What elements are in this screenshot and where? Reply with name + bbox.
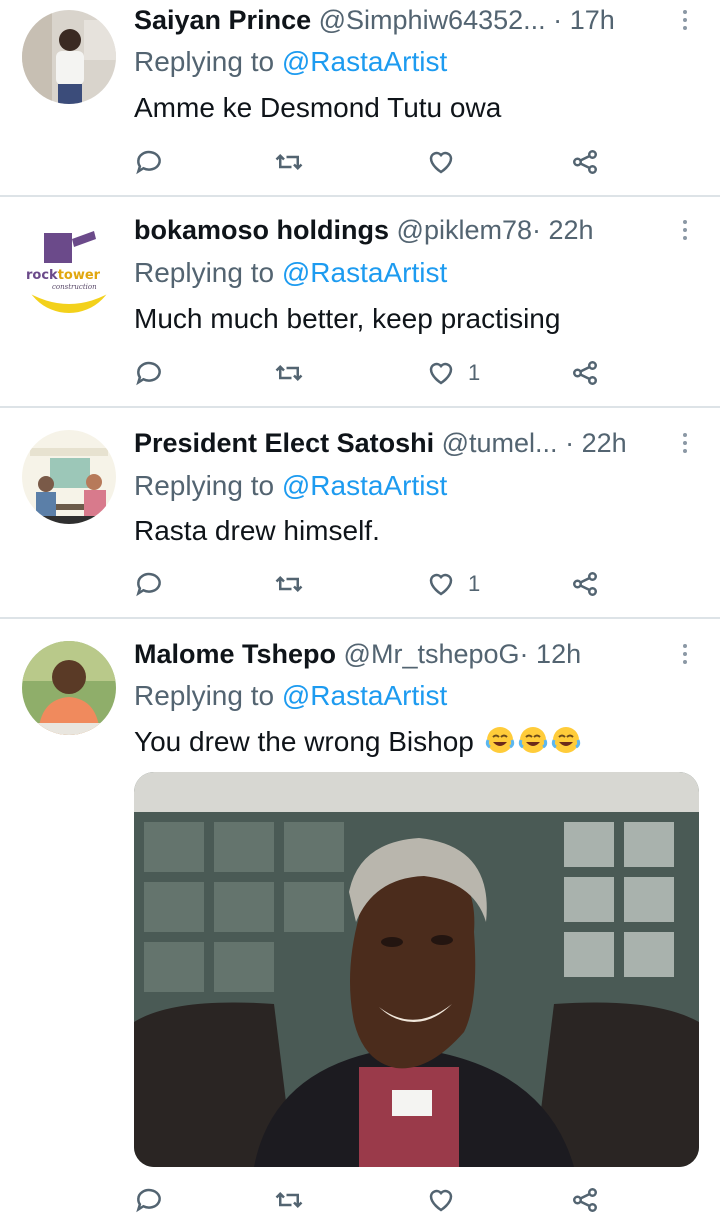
reply-button[interactable] bbox=[134, 353, 164, 393]
avatar[interactable]: rocktower construction bbox=[22, 219, 116, 313]
tweet[interactable]: Saiyan Prince @Simphiw64352... · 17h Rep… bbox=[0, 0, 720, 197]
replying-to: Replying to @RastaArtist bbox=[134, 253, 447, 293]
like-count: 1 bbox=[468, 360, 481, 385]
retweet-icon bbox=[275, 1191, 303, 1209]
face-with-tears-of-joy-icon bbox=[518, 727, 547, 753]
share-icon bbox=[573, 1188, 597, 1212]
avatar[interactable] bbox=[22, 430, 116, 524]
retweet-button[interactable] bbox=[274, 564, 304, 604]
like-button[interactable]: 1 bbox=[426, 353, 480, 393]
heart-icon bbox=[429, 362, 453, 385]
tweet[interactable]: rocktower construction bokamoso holdings… bbox=[0, 197, 720, 408]
replies-feed: Saiyan Prince @Simphiw64352... · 17h Rep… bbox=[0, 0, 720, 1224]
replying-to-label: Replying to bbox=[134, 680, 275, 711]
heart-icon bbox=[429, 573, 453, 596]
replying-to: Replying to @RastaArtist bbox=[134, 676, 447, 716]
timestamp[interactable]: 22h bbox=[549, 215, 594, 245]
tweet-text: Much much better, keep practising bbox=[134, 303, 561, 334]
share-button[interactable] bbox=[570, 353, 600, 393]
tweet-text: Rasta drew himself. bbox=[134, 515, 380, 546]
display-name[interactable]: Malome Tshepo bbox=[134, 639, 336, 669]
user-handle[interactable]: @tumel... bbox=[442, 428, 558, 458]
share-button[interactable] bbox=[570, 142, 600, 182]
tweet-header: bokamoso holdings @piklem78· 22h bbox=[134, 210, 640, 250]
display-name[interactable]: President Elect Satoshi bbox=[134, 428, 434, 458]
user-handle[interactable]: @piklem78 bbox=[397, 215, 532, 245]
heart-icon bbox=[429, 1189, 453, 1212]
face-with-tears-of-joy-icon bbox=[551, 727, 580, 753]
heart-icon bbox=[429, 151, 453, 174]
separator-dot: · bbox=[565, 428, 575, 458]
retweet-button[interactable] bbox=[274, 1180, 304, 1220]
tweet-text: You drew the wrong Bishop bbox=[134, 722, 581, 762]
more-options-icon[interactable] bbox=[670, 423, 700, 463]
retweet-button[interactable] bbox=[274, 353, 304, 393]
action-bar bbox=[134, 142, 614, 182]
reply-icon bbox=[136, 572, 161, 597]
timestamp[interactable]: 12h bbox=[536, 639, 581, 669]
share-icon bbox=[573, 361, 597, 385]
replying-to-label: Replying to bbox=[134, 470, 275, 501]
retweet-icon bbox=[275, 153, 303, 171]
more-options-icon[interactable] bbox=[670, 634, 700, 674]
action-bar: 1 bbox=[134, 353, 614, 393]
tweet-header: President Elect Satoshi @tumel... · 22h bbox=[134, 423, 640, 463]
like-button[interactable] bbox=[426, 1180, 468, 1220]
separator-dot: · bbox=[532, 215, 541, 245]
tweet-photo[interactable] bbox=[134, 772, 699, 1167]
replying-to-label: Replying to bbox=[134, 257, 275, 288]
user-handle[interactable]: @Simphiw64352... bbox=[319, 5, 546, 35]
mention-link[interactable]: @RastaArtist bbox=[282, 470, 447, 501]
tweet-text-content: You drew the wrong Bishop bbox=[134, 726, 474, 757]
more-options-icon[interactable] bbox=[670, 210, 700, 250]
separator-dot: · bbox=[519, 639, 529, 669]
reply-button[interactable] bbox=[134, 1180, 164, 1220]
like-button[interactable]: 1 bbox=[426, 564, 480, 604]
action-bar bbox=[134, 1180, 614, 1220]
reply-button[interactable] bbox=[134, 564, 164, 604]
like-button[interactable] bbox=[426, 142, 468, 182]
retweet-button[interactable] bbox=[274, 142, 304, 182]
reply-icon bbox=[136, 150, 161, 175]
mention-link[interactable]: @RastaArtist bbox=[282, 257, 447, 288]
more-options-icon[interactable] bbox=[670, 0, 700, 40]
replying-to: Replying to @RastaArtist bbox=[134, 42, 447, 82]
display-name[interactable]: Saiyan Prince bbox=[134, 5, 311, 35]
mention-link[interactable]: @RastaArtist bbox=[282, 680, 447, 711]
separator-dot: · bbox=[553, 5, 563, 35]
retweet-icon bbox=[275, 364, 303, 382]
user-handle[interactable]: @Mr_tshepoG bbox=[344, 639, 520, 669]
mention-link[interactable]: @RastaArtist bbox=[282, 46, 447, 77]
face-with-tears-of-joy-icon bbox=[485, 727, 514, 753]
tweet[interactable]: President Elect Satoshi @tumel... · 22h … bbox=[0, 408, 720, 619]
display-name[interactable]: bokamoso holdings bbox=[134, 215, 389, 245]
reply-icon bbox=[136, 361, 161, 386]
avatar-logo-text: rocktower bbox=[26, 268, 101, 283]
avatar[interactable] bbox=[22, 641, 116, 735]
tweet-header: Saiyan Prince @Simphiw64352... · 17h bbox=[134, 0, 640, 40]
reply-button[interactable] bbox=[134, 142, 164, 182]
retweet-icon bbox=[275, 575, 303, 593]
avatar-logo-subtext: construction bbox=[52, 283, 97, 291]
like-count: 1 bbox=[468, 571, 481, 596]
reply-icon bbox=[136, 1188, 161, 1213]
timestamp[interactable]: 22h bbox=[582, 428, 627, 458]
replying-to-label: Replying to bbox=[134, 46, 275, 77]
tweet-text: Amme ke Desmond Tutu owa bbox=[134, 92, 502, 123]
replying-to: Replying to @RastaArtist bbox=[134, 466, 447, 506]
share-button[interactable] bbox=[570, 564, 600, 604]
share-icon bbox=[573, 572, 597, 596]
action-bar: 1 bbox=[134, 564, 614, 604]
tweet-header: Malome Tshepo @Mr_tshepoG· 12h bbox=[134, 634, 640, 674]
share-button[interactable] bbox=[570, 1180, 600, 1220]
timestamp[interactable]: 17h bbox=[570, 5, 615, 35]
share-icon bbox=[573, 150, 597, 174]
avatar[interactable] bbox=[22, 10, 116, 104]
